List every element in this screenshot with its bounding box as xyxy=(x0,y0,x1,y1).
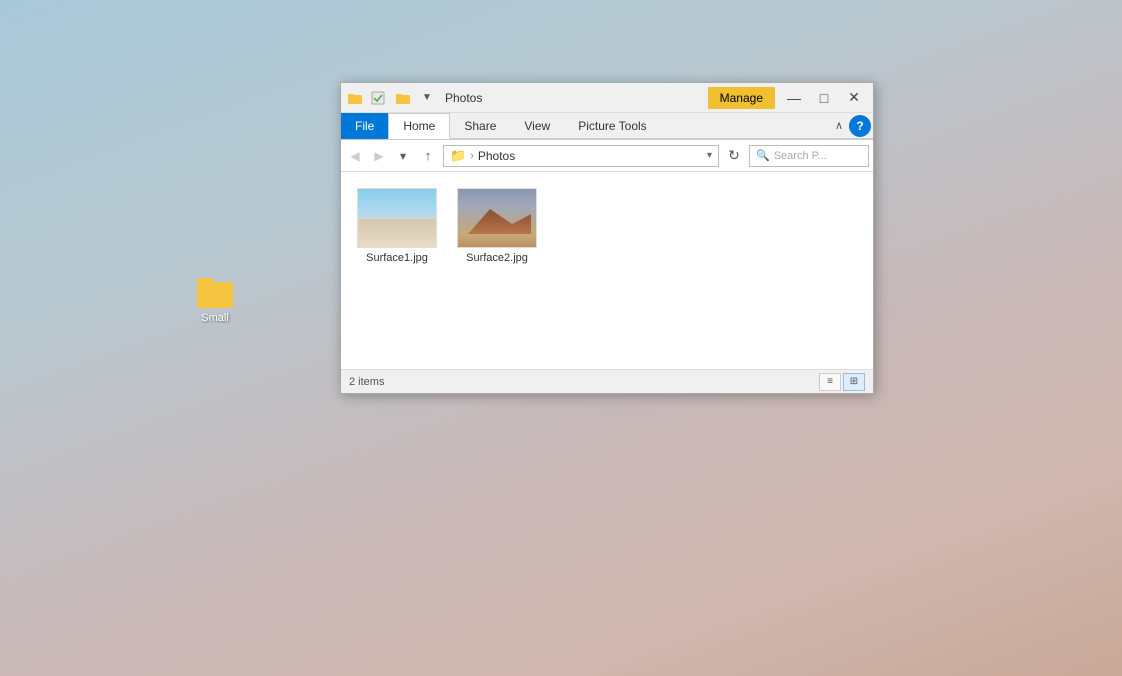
desktop-icon-label: Small xyxy=(201,312,229,324)
status-bar: 2 items ≡ ⊞ xyxy=(341,369,873,393)
address-path[interactable]: 📁 › Photos ▾ xyxy=(443,145,719,167)
thumbnail-surface2 xyxy=(457,188,537,248)
thumbnail-surface1 xyxy=(357,188,437,248)
refresh-button[interactable]: ↻ xyxy=(723,145,745,167)
file-item-surface2[interactable]: Surface2.jpg xyxy=(457,188,537,264)
recent-button[interactable]: ▾ xyxy=(393,145,413,167)
file-area: Surface1.jpg Surface2.jpg xyxy=(341,172,873,369)
path-separator: › xyxy=(470,150,474,162)
desktop-folder-icon[interactable]: Small xyxy=(185,278,245,324)
titlebar-dropdown-icon[interactable]: ▼ xyxy=(417,89,437,107)
path-text: Photos xyxy=(478,149,515,163)
tab-file[interactable]: File xyxy=(341,113,388,139)
view-icons-button[interactable]: ⊞ xyxy=(843,373,865,391)
path-chevron-icon: ▾ xyxy=(707,150,712,161)
window-controls: — □ ✕ xyxy=(779,83,869,113)
minimize-button[interactable]: — xyxy=(779,83,809,113)
file-name-surface1: Surface1.jpg xyxy=(366,252,428,264)
ribbon-tabs: File Home Share View Picture Tools ∧ ? xyxy=(341,113,873,139)
maximize-button[interactable]: □ xyxy=(809,83,839,113)
tab-share[interactable]: Share xyxy=(450,113,510,139)
tab-picture-tools[interactable]: Picture Tools xyxy=(564,113,660,139)
tab-view[interactable]: View xyxy=(510,113,564,139)
up-button[interactable]: ↑ xyxy=(417,145,439,167)
view-details-button[interactable]: ≡ xyxy=(819,373,841,391)
folder-icon xyxy=(197,278,233,308)
search-box[interactable]: 🔍 Search P... xyxy=(749,145,869,167)
window-title: Photos xyxy=(441,91,704,105)
titlebar-folder-icon[interactable] xyxy=(345,89,365,107)
path-folder-icon: 📁 xyxy=(450,148,466,164)
forward-button[interactable]: ▶ xyxy=(369,145,389,167)
ribbon: File Home Share View Picture Tools ∧ ? xyxy=(341,113,873,140)
titlebar-icons: ▼ xyxy=(345,89,437,107)
tab-home[interactable]: Home xyxy=(388,113,450,139)
explorer-window: ▼ Photos Manage — □ ✕ File Home Share Vi… xyxy=(340,82,874,394)
title-bar: ▼ Photos Manage — □ ✕ xyxy=(341,83,873,113)
view-toggle: ≡ ⊞ xyxy=(819,373,865,391)
close-button[interactable]: ✕ xyxy=(839,83,869,113)
manage-button[interactable]: Manage xyxy=(708,87,775,109)
thumb-surface2-img xyxy=(458,189,536,247)
titlebar-folder2-icon[interactable] xyxy=(393,89,413,107)
desktop: Small xyxy=(0,0,1122,676)
status-count: 2 items xyxy=(349,376,819,388)
help-button[interactable]: ? xyxy=(849,115,871,137)
titlebar-check-icon[interactable] xyxy=(369,89,389,107)
thumb-surface1-img xyxy=(358,189,436,247)
back-button[interactable]: ◀ xyxy=(345,145,365,167)
file-name-surface2: Surface2.jpg xyxy=(466,252,528,264)
search-icon: 🔍 xyxy=(756,149,770,162)
ribbon-chevron-icon[interactable]: ∧ xyxy=(829,119,849,132)
file-item-surface1[interactable]: Surface1.jpg xyxy=(357,188,437,264)
search-placeholder: Search P... xyxy=(774,150,827,162)
address-bar: ◀ ▶ ▾ ↑ 📁 › Photos ▾ ↻ 🔍 Search P... xyxy=(341,140,873,172)
